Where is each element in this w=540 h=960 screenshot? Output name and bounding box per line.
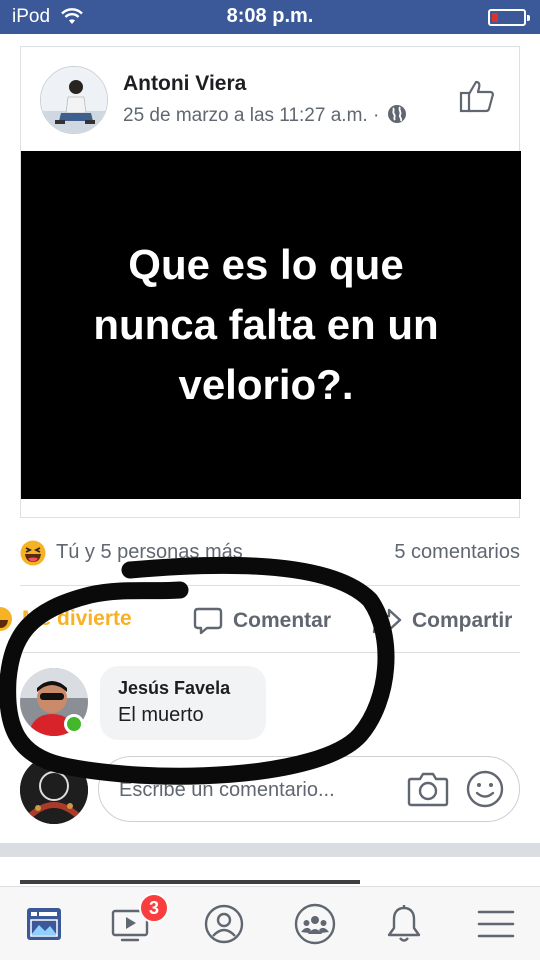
author-avatar[interactable] <box>40 66 108 134</box>
comment-button-label: Comentar <box>233 609 332 632</box>
notifications-tab[interactable] <box>381 901 427 947</box>
comment-text: El muerto <box>118 704 204 726</box>
bottom-tab-bar <box>0 886 540 960</box>
like-icon[interactable] <box>459 79 495 113</box>
comment-button[interactable]: Comentar <box>193 606 331 636</box>
emoji-icon[interactable] <box>465 769 505 809</box>
reactions-summary[interactable]: Tú y 5 personas más 5 comentarios <box>20 534 520 574</box>
clock: 8:08 p.m. <box>226 5 314 27</box>
haha-emoji-icon <box>20 540 46 566</box>
online-status-indicator <box>64 714 84 734</box>
globe-icon <box>387 105 406 123</box>
post-author-name[interactable]: Antoni Viera <box>123 72 246 96</box>
hand-drawn-circle-annotation <box>0 556 395 785</box>
post-image[interactable]: Que es lo que nunca falta en un velorio?… <box>21 151 521 499</box>
next-section-title <box>20 876 360 884</box>
groups-tab[interactable] <box>292 901 338 947</box>
groups-icon <box>294 903 336 945</box>
comment-composer[interactable] <box>98 756 520 822</box>
comment-input[interactable] <box>119 773 399 807</box>
profile-tab[interactable] <box>201 901 247 947</box>
post-card: Antoni Viera 25 de marzo a las 11:27 a.m… <box>20 46 521 518</box>
react-button[interactable]: Me divierte <box>0 606 132 632</box>
post-timestamp-text: 25 de marzo a las 11:27 a.m. · <box>123 105 380 126</box>
current-user-avatar <box>20 756 88 824</box>
haha-emoji-icon <box>0 607 12 631</box>
comment-author-name[interactable]: Jesús Favela <box>118 678 230 699</box>
profile-icon <box>204 904 244 944</box>
divider <box>20 585 520 586</box>
share-button-label: Compartir <box>412 609 513 632</box>
camera-icon[interactable] <box>407 771 449 807</box>
notifications-icon <box>387 905 421 942</box>
news-feed-icon <box>27 908 61 940</box>
watch-notification-badge: 3 <box>139 893 170 923</box>
reactions-summary-text: Tú y 5 personas más <box>56 541 243 563</box>
comment-bubble[interactable]: Jesús Favela El muerto <box>100 666 266 740</box>
share-icon <box>372 608 402 634</box>
share-button[interactable]: Compartir <box>372 606 512 636</box>
divider <box>20 652 520 653</box>
status-bar: iPod 8:08 p.m. <box>0 0 540 34</box>
comments-count-link[interactable]: 5 comentarios <box>394 541 520 564</box>
post-image-text: Que es lo que nunca falta en un velorio?… <box>93 241 439 408</box>
post-timestamp[interactable]: 25 de marzo a las 11:27 a.m. · <box>123 104 407 127</box>
menu-icon <box>477 910 515 938</box>
menu-tab[interactable] <box>473 901 519 947</box>
react-button-label: Me divierte <box>22 607 132 630</box>
section-separator <box>0 843 540 857</box>
post-actions: Me divierte Comentar Compartir <box>0 596 540 646</box>
battery-icon <box>488 9 530 26</box>
comment-icon <box>193 607 223 635</box>
news-feed-tab[interactable] <box>21 901 67 947</box>
